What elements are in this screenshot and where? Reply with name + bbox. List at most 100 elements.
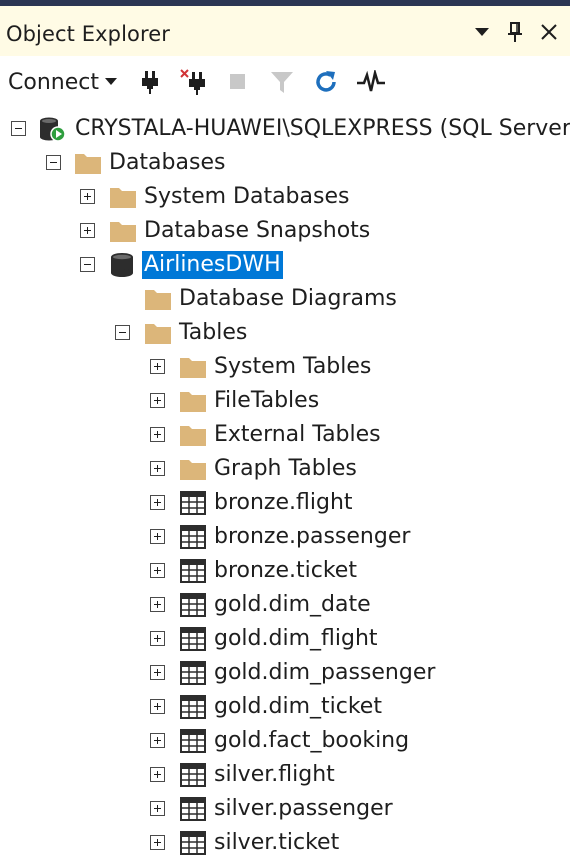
- chevron-down-icon: [475, 28, 489, 36]
- expand-toggle[interactable]: [150, 359, 165, 374]
- expand-toggle[interactable]: [150, 733, 165, 748]
- connect-dropdown-button[interactable]: Connect: [8, 68, 117, 96]
- table-icon: [180, 627, 206, 651]
- tree-node-table[interactable]: bronze.flight: [0, 486, 570, 520]
- close-icon: [541, 24, 557, 40]
- tree-node-table[interactable]: silver.ticket: [0, 826, 570, 860]
- expand-toggle[interactable]: [150, 393, 165, 408]
- object-explorer-titlebar: Object Explorer: [0, 6, 570, 57]
- window-position-dropdown-button[interactable]: [467, 16, 497, 48]
- expand-toggle[interactable]: [150, 699, 165, 714]
- filetables-label: FileTables: [214, 388, 320, 413]
- table-icon: [180, 831, 206, 855]
- expand-toggle[interactable]: [80, 189, 95, 204]
- table-icon: [180, 797, 206, 821]
- filter-icon: [271, 72, 293, 93]
- caret-down-icon: [104, 78, 117, 85]
- collapse-toggle[interactable]: [11, 121, 26, 136]
- table-label: silver.ticket: [214, 830, 340, 855]
- tree-node-tables[interactable]: Tables: [0, 316, 570, 350]
- tree-node-table[interactable]: gold.dim_date: [0, 588, 570, 622]
- disconnect-icon: [180, 69, 205, 95]
- tree-node-table[interactable]: silver.passenger: [0, 792, 570, 826]
- table-icon: [180, 525, 206, 549]
- tree-node-system-databases[interactable]: System Databases: [0, 180, 570, 214]
- expand-toggle[interactable]: [150, 529, 165, 544]
- folder-icon: [75, 154, 101, 174]
- connect-label: Connect: [8, 69, 99, 95]
- external-tables-label: External Tables: [214, 422, 381, 447]
- folder-icon: [180, 392, 206, 412]
- connect-object-explorer-button[interactable]: [134, 66, 166, 98]
- collapse-toggle[interactable]: [80, 257, 95, 272]
- server-connected-icon: [40, 117, 66, 142]
- expand-toggle[interactable]: [80, 223, 95, 238]
- tree-node-graph-tables[interactable]: Graph Tables: [0, 452, 570, 486]
- tree-node-external-tables[interactable]: External Tables: [0, 418, 570, 452]
- table-label: gold.dim_flight: [214, 626, 378, 651]
- table-icon: [180, 661, 206, 685]
- databases-label: Databases: [109, 150, 226, 175]
- folder-icon: [110, 222, 136, 242]
- table-label: silver.passenger: [214, 796, 393, 821]
- auto-hide-pin-button[interactable]: [500, 16, 530, 48]
- table-icon: [180, 593, 206, 617]
- expand-toggle[interactable]: [150, 767, 165, 782]
- folder-icon: [180, 358, 206, 378]
- table-label: gold.fact_booking: [214, 728, 410, 753]
- tree-node-filetables[interactable]: FileTables: [0, 384, 570, 418]
- expand-toggle[interactable]: [150, 461, 165, 476]
- tree-node-table[interactable]: bronze.passenger: [0, 520, 570, 554]
- table-icon: [180, 491, 206, 515]
- tree-node-airlinesdwh[interactable]: AirlinesDWH: [0, 248, 570, 282]
- expand-toggle[interactable]: [150, 495, 165, 510]
- system-tables-label: System Tables: [214, 354, 372, 379]
- expand-toggle[interactable]: [150, 597, 165, 612]
- expand-toggle[interactable]: [150, 631, 165, 646]
- activity-monitor-icon: [357, 70, 385, 92]
- close-button[interactable]: [534, 16, 564, 48]
- tree-node-server[interactable]: CRYSTALA-HUAWEI\SQLEXPRESS (SQL Server 1: [0, 112, 570, 146]
- disconnect-button[interactable]: [178, 66, 210, 98]
- collapse-toggle[interactable]: [46, 155, 61, 170]
- folder-icon: [180, 460, 206, 480]
- expand-toggle[interactable]: [150, 665, 165, 680]
- folder-icon: [110, 188, 136, 208]
- table-label: gold.dim_ticket: [214, 694, 382, 719]
- expand-toggle[interactable]: [150, 427, 165, 442]
- folder-icon: [179, 860, 207, 864]
- tree-node-table[interactable]: gold.dim_ticket: [0, 690, 570, 724]
- tree-node-partial: [0, 860, 570, 864]
- activity-monitor-button[interactable]: [355, 66, 387, 98]
- system-databases-label: System Databases: [144, 184, 350, 209]
- tables-label: Tables: [179, 320, 248, 345]
- tree-node-table[interactable]: gold.fact_booking: [0, 724, 570, 758]
- folder-icon: [145, 290, 171, 310]
- refresh-button[interactable]: [310, 66, 342, 98]
- filter-button[interactable]: [266, 66, 298, 98]
- tree-node-database-snapshots[interactable]: Database Snapshots: [0, 214, 570, 248]
- table-label: gold.dim_passenger: [214, 660, 436, 685]
- tree-node-database-diagrams[interactable]: Database Diagrams: [0, 282, 570, 316]
- tree-node-table[interactable]: bronze.ticket: [0, 554, 570, 588]
- table-label: silver.flight: [214, 762, 335, 787]
- database-icon: [111, 253, 133, 277]
- tree-node-table[interactable]: silver.flight: [0, 758, 570, 792]
- tree-node-system-tables[interactable]: System Tables: [0, 350, 570, 384]
- collapse-toggle[interactable]: [115, 325, 130, 340]
- tree-node-table[interactable]: gold.dim_flight: [0, 622, 570, 656]
- table-icon: [180, 559, 206, 583]
- stop-button[interactable]: [222, 66, 254, 98]
- graph-tables-label: Graph Tables: [214, 456, 357, 481]
- expand-toggle[interactable]: [150, 563, 165, 578]
- server-label: CRYSTALA-HUAWEI\SQLEXPRESS (SQL Server 1: [75, 116, 570, 141]
- stop-icon: [230, 74, 245, 89]
- pin-icon: [508, 22, 522, 42]
- table-icon: [180, 763, 206, 787]
- database-snapshots-label: Database Snapshots: [144, 218, 371, 243]
- table-label: gold.dim_date: [214, 592, 371, 617]
- tree-node-table[interactable]: gold.dim_passenger: [0, 656, 570, 690]
- expand-toggle[interactable]: [150, 801, 165, 816]
- expand-toggle[interactable]: [150, 835, 165, 850]
- tree-node-databases[interactable]: Databases: [0, 146, 570, 180]
